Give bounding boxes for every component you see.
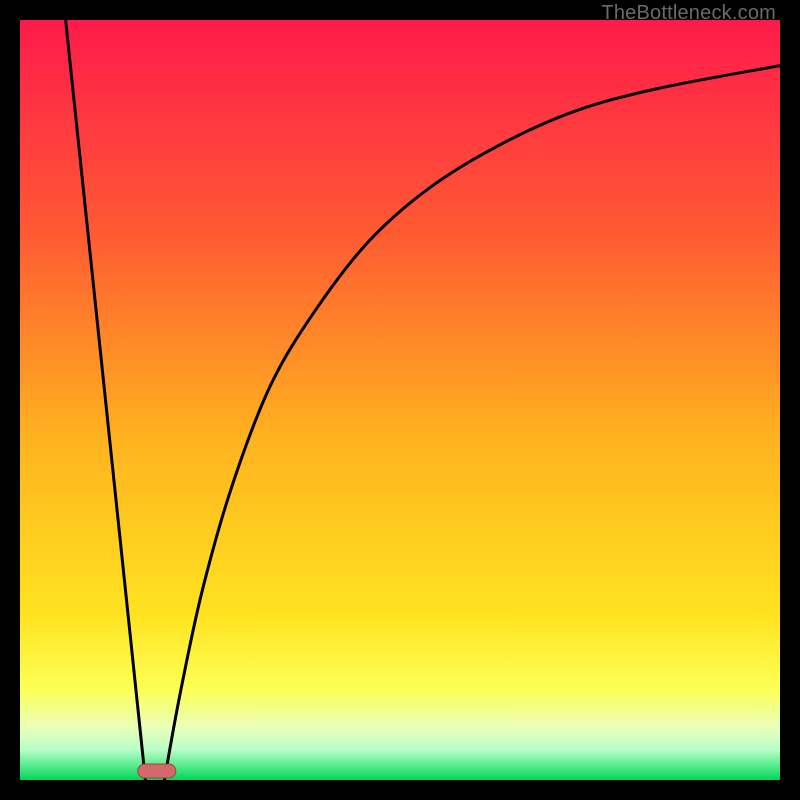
attribution-text: TheBottleneck.com — [601, 2, 776, 25]
chart-frame — [20, 20, 780, 780]
bottleneck-chart — [20, 20, 780, 780]
minimum-marker — [138, 764, 176, 778]
